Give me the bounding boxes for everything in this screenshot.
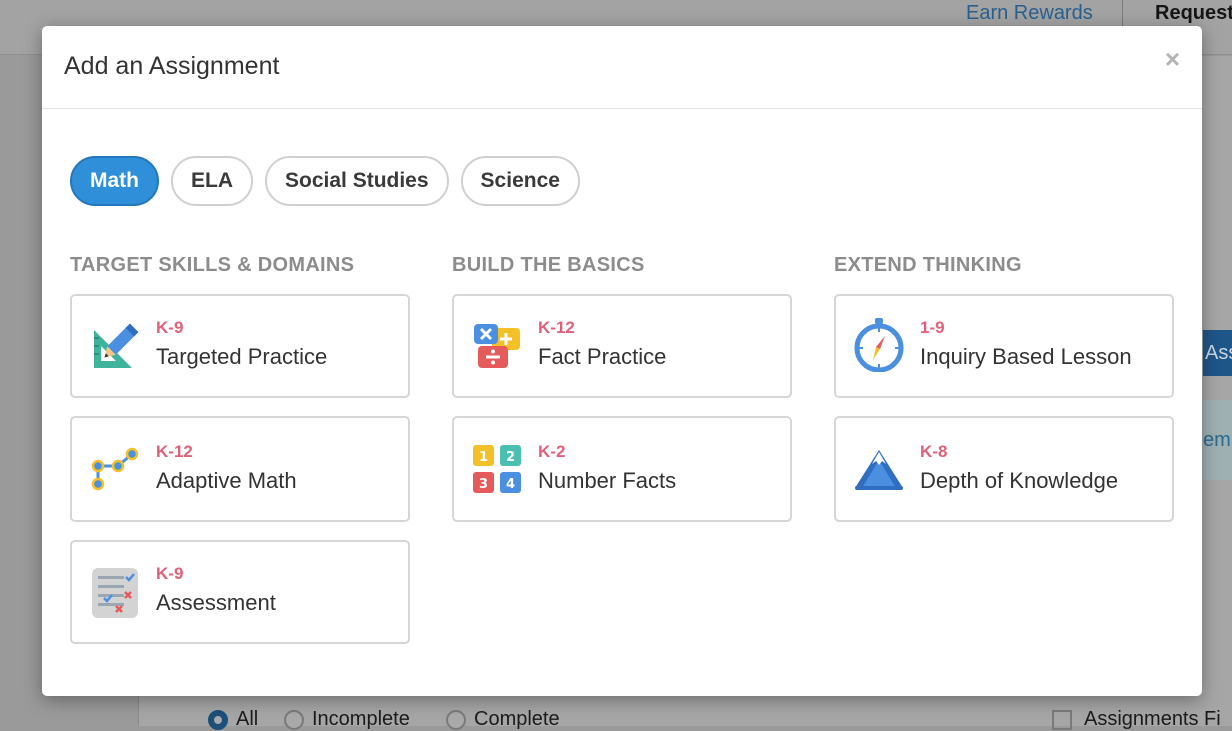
assignments-filter-label: Assignments Fi bbox=[1084, 708, 1221, 730]
radio-incomplete[interactable] bbox=[284, 709, 304, 730]
assignments-filter-checkbox[interactable] bbox=[1052, 709, 1072, 730]
svg-text:2: 2 bbox=[506, 450, 515, 465]
card-grade: K-12 bbox=[538, 318, 575, 337]
ruler-pencil-icon bbox=[90, 320, 140, 370]
card-adaptive-math[interactable]: K-12 Adaptive Math bbox=[70, 416, 410, 522]
mountain-icon bbox=[854, 444, 904, 494]
top-bar-divider bbox=[1122, 0, 1123, 26]
path-nodes-icon bbox=[90, 444, 140, 494]
filter-complete[interactable]: Complete bbox=[446, 708, 560, 731]
column-heading: TARGET SKILLS & DOMAINS bbox=[70, 254, 355, 276]
card-assessment[interactable]: K-9 Assessment bbox=[70, 540, 410, 644]
filter-complete-label: Complete bbox=[474, 708, 560, 730]
request-link[interactable]: Request bbox=[1155, 2, 1232, 25]
column-heading: BUILD THE BASICS bbox=[452, 254, 645, 276]
filter-all-label: All bbox=[236, 708, 259, 730]
card-inquiry-based-lesson[interactable]: 1-9 Inquiry Based Lesson bbox=[834, 294, 1174, 398]
radio-complete[interactable] bbox=[446, 709, 466, 730]
filter-all[interactable]: All bbox=[208, 708, 258, 731]
checklist-icon bbox=[90, 568, 140, 618]
card-grade: K-9 bbox=[156, 564, 184, 583]
radio-all[interactable] bbox=[208, 709, 228, 730]
card-title: Fact Practice bbox=[538, 344, 667, 369]
assignments-filter[interactable]: Assignments Fi bbox=[1052, 708, 1221, 731]
modal-title: Add an Assignment bbox=[64, 52, 280, 80]
card-title: Depth of Knowledge bbox=[920, 468, 1119, 493]
card-depth-of-knowledge[interactable]: K-8 Depth of Knowledge bbox=[834, 416, 1174, 522]
column-target-skills: TARGET SKILLS & DOMAINS K-9 Targeted Pra… bbox=[70, 254, 410, 662]
card-title: Targeted Practice bbox=[156, 344, 328, 369]
card-title: Number Facts bbox=[538, 468, 677, 493]
card-number-facts[interactable]: 1 2 3 4 K-2 Number Facts bbox=[452, 416, 792, 522]
card-title: Inquiry Based Lesson bbox=[920, 344, 1132, 369]
modal-header: Add an Assignment × bbox=[42, 26, 1202, 109]
tab-social-studies[interactable]: Social Studies bbox=[265, 156, 449, 206]
filter-incomplete-label: Incomplete bbox=[312, 708, 410, 730]
card-title: Assessment bbox=[156, 590, 276, 615]
tab-ela[interactable]: ELA bbox=[171, 156, 253, 206]
compass-icon bbox=[854, 318, 904, 373]
earn-rewards-link[interactable]: Earn Rewards bbox=[966, 2, 1093, 25]
svg-text:1: 1 bbox=[479, 450, 488, 465]
tab-math[interactable]: Math bbox=[70, 156, 159, 206]
svg-text:4: 4 bbox=[506, 477, 515, 492]
tab-science[interactable]: Science bbox=[460, 156, 580, 206]
add-assignment-modal: Add an Assignment × Math ELA Social Stud… bbox=[42, 26, 1202, 696]
card-grade: K-2 bbox=[538, 442, 566, 461]
card-grade: K-9 bbox=[156, 318, 184, 337]
column-extend-thinking: EXTEND THINKING 1-9 Inquiry Based Lesson bbox=[834, 254, 1174, 540]
card-grade: K-12 bbox=[156, 442, 193, 461]
card-fact-practice[interactable]: K-12 Fact Practice bbox=[452, 294, 792, 398]
background-info-box: emi bbox=[1203, 400, 1232, 480]
background-add-assignment-button[interactable]: Ass bbox=[1203, 330, 1232, 376]
column-heading: EXTEND THINKING bbox=[834, 254, 1022, 276]
card-grade: 1-9 bbox=[920, 318, 945, 337]
close-icon[interactable]: × bbox=[1165, 44, 1180, 75]
operations-icon bbox=[472, 320, 522, 370]
filter-incomplete[interactable]: Incomplete bbox=[284, 708, 410, 731]
svg-text:3: 3 bbox=[479, 477, 488, 492]
card-title: Adaptive Math bbox=[156, 468, 297, 493]
column-build-basics: BUILD THE BASICS K-12 Fact Practice 1 2 … bbox=[452, 254, 792, 540]
subject-tabs: Math ELA Social Studies Science bbox=[70, 156, 592, 206]
card-grade: K-8 bbox=[920, 442, 948, 461]
card-targeted-practice[interactable]: K-9 Targeted Practice bbox=[70, 294, 410, 398]
number-blocks-icon: 1 2 3 4 bbox=[472, 444, 522, 494]
